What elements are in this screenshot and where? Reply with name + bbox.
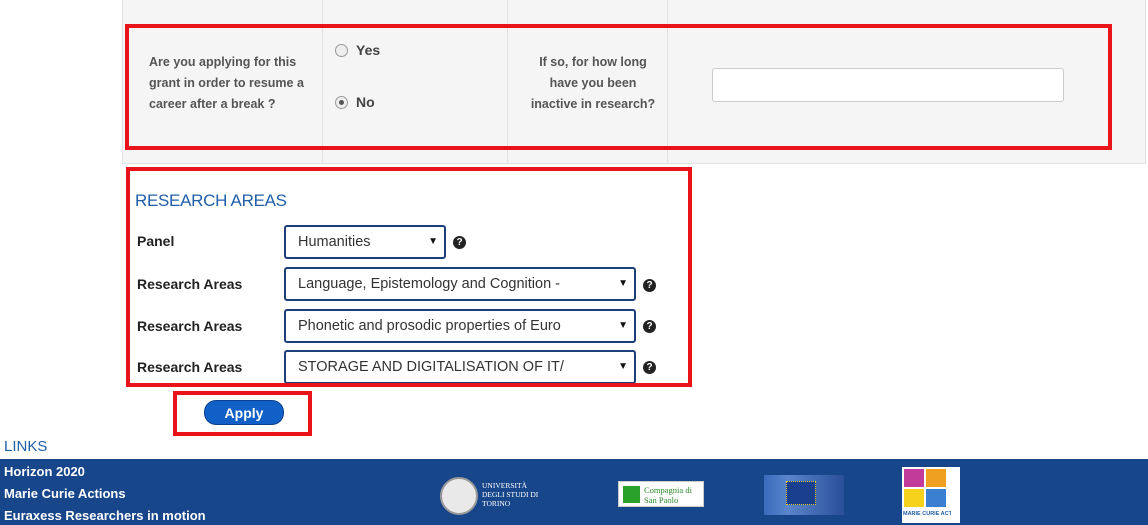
highlight-research-areas: [126, 167, 692, 387]
eu-stars-icon: [786, 481, 816, 505]
highlight-career-break: [125, 24, 1112, 150]
footer: Horizon 2020 Marie Curie Actions Euraxes…: [0, 459, 1148, 525]
compagnia-logo-text: Compagnia di San Paolo: [644, 485, 692, 505]
mca-quadrant: [926, 469, 946, 487]
link-marie-curie-actions[interactable]: Marie Curie Actions: [4, 486, 126, 501]
page: Are you applying for this grant in order…: [0, 0, 1148, 525]
mca-quadrant: [926, 489, 946, 507]
unito-seal-icon[interactable]: [440, 477, 478, 515]
compagnia-logo-icon: [623, 486, 640, 503]
link-euraxess[interactable]: Euraxess Researchers in motion: [4, 508, 206, 523]
links-title: LINKS: [4, 438, 48, 455]
unito-logo-text: UNIVERSITÀ DEGLI STUDI DI TORINO: [482, 481, 539, 508]
highlight-apply: [173, 391, 312, 436]
compagnia-san-paolo-logo[interactable]: Compagnia di San Paolo: [618, 481, 704, 507]
mca-quadrant: [904, 489, 924, 507]
mca-quadrant: [904, 469, 924, 487]
link-horizon-2020[interactable]: Horizon 2020: [4, 464, 85, 479]
mca-logo-text: MARIE CURIE ACTIONS: [903, 511, 951, 517]
marie-curie-actions-logo[interactable]: MARIE CURIE ACTIONS: [902, 467, 960, 523]
european-commission-flag-icon[interactable]: [764, 475, 844, 515]
